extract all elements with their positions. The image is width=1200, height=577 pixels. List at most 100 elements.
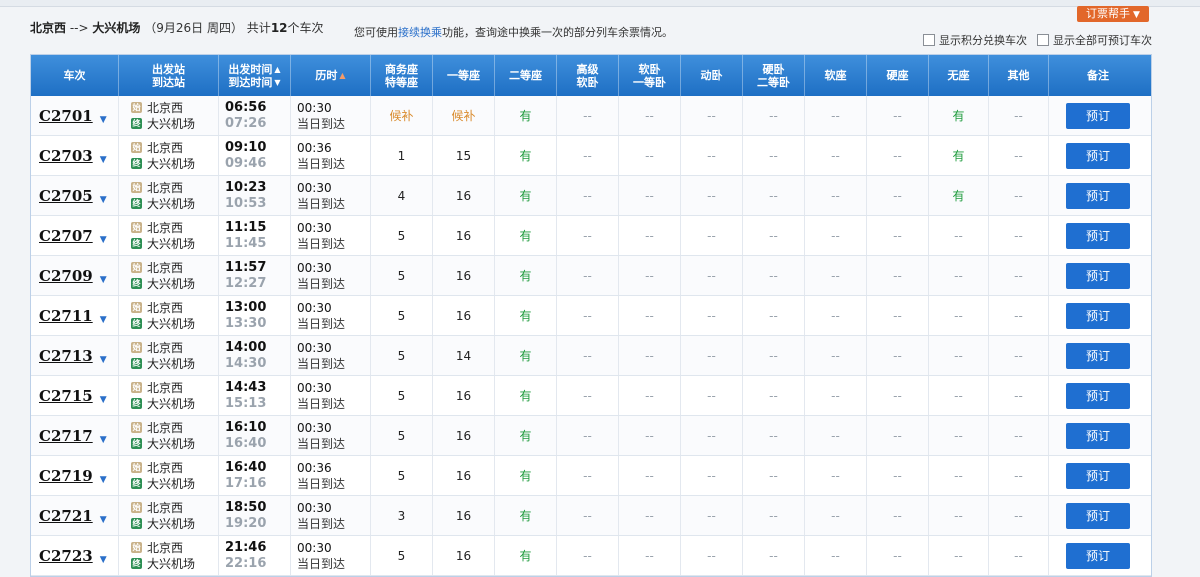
from-station-name[interactable]: 北京西 bbox=[147, 141, 183, 155]
cell-seat-second[interactable]: 有 bbox=[495, 376, 557, 415]
chevron-down-icon[interactable]: ▼ bbox=[100, 555, 107, 565]
from-station-name[interactable]: 北京西 bbox=[147, 181, 183, 195]
cell-seat-first[interactable]: 16 bbox=[433, 176, 495, 215]
to-station-name[interactable]: 大兴机场 bbox=[147, 277, 195, 291]
cell-seat-business[interactable]: 5 bbox=[371, 216, 433, 255]
cell-seat-first[interactable]: 16 bbox=[433, 256, 495, 295]
from-station-name[interactable]: 北京西 bbox=[147, 341, 183, 355]
book-button[interactable]: 预订 bbox=[1066, 142, 1130, 169]
cell-seat-business[interactable]: 5 bbox=[371, 376, 433, 415]
train-number-link[interactable]: C2711 bbox=[39, 307, 93, 325]
cell-seat-no-seat[interactable]: 有 bbox=[929, 136, 989, 175]
train-number-link[interactable]: C2719 bbox=[39, 467, 93, 485]
train-number-link[interactable]: C2707 bbox=[39, 227, 93, 245]
from-station-name[interactable]: 北京西 bbox=[147, 101, 183, 115]
cell-seat-second[interactable]: 有 bbox=[495, 336, 557, 375]
chevron-down-icon[interactable]: ▼ bbox=[100, 515, 107, 525]
to-station-name[interactable]: 大兴机场 bbox=[147, 197, 195, 211]
option-points[interactable]: 显示积分兑换车次 bbox=[923, 32, 1027, 48]
to-station-name[interactable]: 大兴机场 bbox=[147, 557, 195, 571]
chevron-down-icon[interactable]: ▼ bbox=[100, 195, 107, 205]
to-station-name[interactable]: 大兴机场 bbox=[147, 117, 195, 131]
train-number-link[interactable]: C2705 bbox=[39, 187, 93, 205]
cell-seat-no-seat[interactable]: 有 bbox=[929, 96, 989, 135]
book-button[interactable]: 预订 bbox=[1066, 422, 1130, 449]
cell-seat-first[interactable]: 16 bbox=[433, 456, 495, 495]
cell-seat-second[interactable]: 有 bbox=[495, 416, 557, 455]
col-duration[interactable]: 历时 ▲ bbox=[291, 55, 371, 96]
cell-seat-second[interactable]: 有 bbox=[495, 496, 557, 535]
cell-seat-business[interactable]: 3 bbox=[371, 496, 433, 535]
book-button[interactable]: 预订 bbox=[1066, 182, 1130, 209]
to-station-name[interactable]: 大兴机场 bbox=[147, 517, 195, 531]
to-station-name[interactable]: 大兴机场 bbox=[147, 357, 195, 371]
cell-seat-first[interactable]: 14 bbox=[433, 336, 495, 375]
cell-seat-first[interactable]: 16 bbox=[433, 416, 495, 455]
from-station-name[interactable]: 北京西 bbox=[147, 301, 183, 315]
option-all[interactable]: 显示全部可预订车次 bbox=[1037, 32, 1152, 48]
cell-seat-second[interactable]: 有 bbox=[495, 296, 557, 335]
cell-seat-first[interactable]: 16 bbox=[433, 376, 495, 415]
chevron-down-icon[interactable]: ▼ bbox=[100, 155, 107, 165]
cell-seat-first[interactable]: 16 bbox=[433, 296, 495, 335]
cell-seat-first[interactable]: 16 bbox=[433, 536, 495, 575]
book-button[interactable]: 预订 bbox=[1066, 382, 1130, 409]
col-time[interactable]: 出发时间 ▲ 到达时间 ▼ bbox=[219, 55, 291, 96]
sort-up-icon[interactable]: ▲ bbox=[274, 63, 280, 76]
cell-seat-business[interactable]: 5 bbox=[371, 416, 433, 455]
train-number-link[interactable]: C2709 bbox=[39, 267, 93, 285]
cell-seat-no-seat[interactable]: 有 bbox=[929, 176, 989, 215]
cell-seat-second[interactable]: 有 bbox=[495, 96, 557, 135]
train-number-link[interactable]: C2701 bbox=[39, 107, 93, 125]
cell-seat-business[interactable]: 5 bbox=[371, 536, 433, 575]
chevron-down-icon[interactable]: ▼ bbox=[100, 315, 107, 325]
train-number-link[interactable]: C2717 bbox=[39, 427, 93, 445]
all-checkbox[interactable] bbox=[1037, 34, 1049, 46]
book-button[interactable]: 预订 bbox=[1066, 302, 1130, 329]
book-button[interactable]: 预订 bbox=[1066, 262, 1130, 289]
cell-seat-second[interactable]: 有 bbox=[495, 256, 557, 295]
train-number-link[interactable]: C2723 bbox=[39, 547, 93, 565]
book-button[interactable]: 预订 bbox=[1066, 542, 1130, 569]
cell-seat-first[interactable]: 候补 bbox=[433, 96, 495, 135]
ticket-helper-button[interactable]: 订票帮手 ▼ bbox=[1077, 6, 1149, 22]
to-station-name[interactable]: 大兴机场 bbox=[147, 437, 195, 451]
chevron-down-icon[interactable]: ▼ bbox=[100, 355, 107, 365]
chevron-down-icon[interactable]: ▼ bbox=[100, 115, 107, 125]
chevron-down-icon[interactable]: ▼ bbox=[100, 235, 107, 245]
cell-seat-business[interactable]: 1 bbox=[371, 136, 433, 175]
from-station-name[interactable]: 北京西 bbox=[147, 221, 183, 235]
from-station-name[interactable]: 北京西 bbox=[147, 501, 183, 515]
chevron-down-icon[interactable]: ▼ bbox=[100, 475, 107, 485]
train-number-link[interactable]: C2721 bbox=[39, 507, 93, 525]
transfer-link[interactable]: 接续换乘 bbox=[398, 26, 442, 39]
cell-seat-business[interactable]: 候补 bbox=[371, 96, 433, 135]
cell-seat-second[interactable]: 有 bbox=[495, 136, 557, 175]
from-station-name[interactable]: 北京西 bbox=[147, 461, 183, 475]
to-station-name[interactable]: 大兴机场 bbox=[147, 477, 195, 491]
cell-seat-first[interactable]: 15 bbox=[433, 136, 495, 175]
sort-up-icon[interactable]: ▲ bbox=[339, 69, 345, 82]
from-station-name[interactable]: 北京西 bbox=[147, 421, 183, 435]
chevron-down-icon[interactable]: ▼ bbox=[100, 275, 107, 285]
book-button[interactable]: 预订 bbox=[1066, 222, 1130, 249]
chevron-down-icon[interactable]: ▼ bbox=[100, 395, 107, 405]
to-station-name[interactable]: 大兴机场 bbox=[147, 317, 195, 331]
cell-seat-second[interactable]: 有 bbox=[495, 216, 557, 255]
book-button[interactable]: 预订 bbox=[1066, 502, 1130, 529]
book-button[interactable]: 预订 bbox=[1066, 462, 1130, 489]
book-button[interactable]: 预订 bbox=[1066, 342, 1130, 369]
points-checkbox[interactable] bbox=[923, 34, 935, 46]
train-number-link[interactable]: C2715 bbox=[39, 387, 93, 405]
cell-seat-second[interactable]: 有 bbox=[495, 536, 557, 575]
cell-seat-business[interactable]: 5 bbox=[371, 296, 433, 335]
cell-seat-first[interactable]: 16 bbox=[433, 496, 495, 535]
to-station-name[interactable]: 大兴机场 bbox=[147, 237, 195, 251]
to-station-name[interactable]: 大兴机场 bbox=[147, 397, 195, 411]
cell-seat-first[interactable]: 16 bbox=[433, 216, 495, 255]
to-station-name[interactable]: 大兴机场 bbox=[147, 157, 195, 171]
book-button[interactable]: 预订 bbox=[1066, 102, 1130, 129]
from-station-name[interactable]: 北京西 bbox=[147, 541, 183, 555]
cell-seat-business[interactable]: 5 bbox=[371, 456, 433, 495]
from-station-name[interactable]: 北京西 bbox=[147, 261, 183, 275]
